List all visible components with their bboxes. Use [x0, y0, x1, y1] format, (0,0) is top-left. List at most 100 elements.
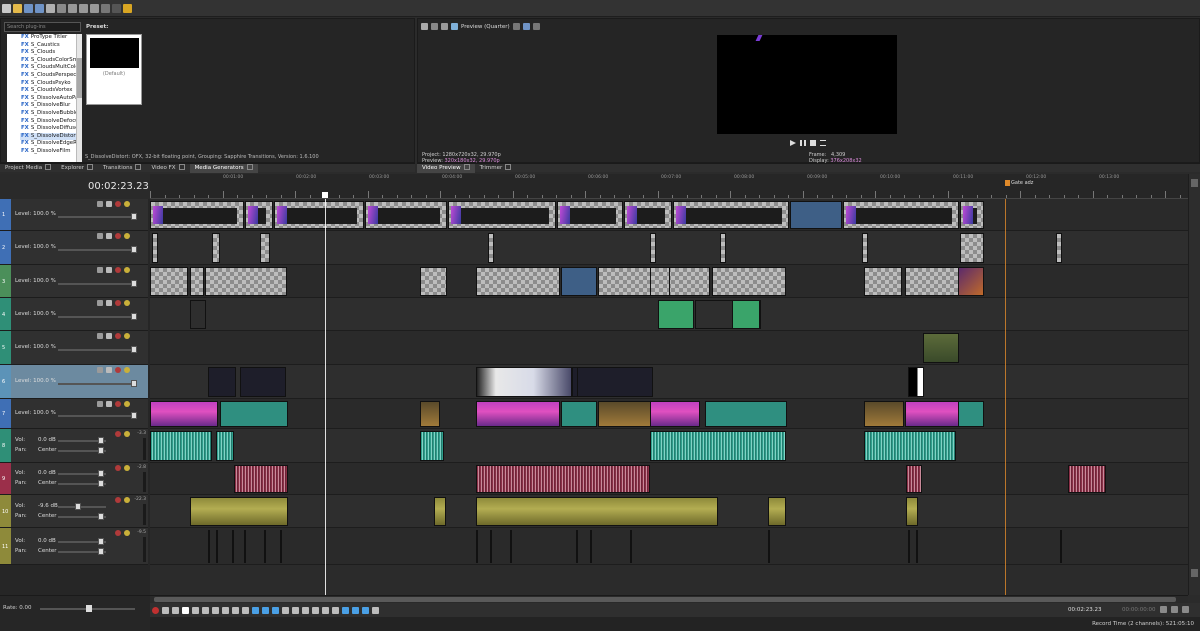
timeline-clip[interactable]: [577, 367, 653, 397]
selection-tool-icon[interactable]: [272, 606, 279, 614]
audio-track-header[interactable]: 11 Vol: 0.0 dB Pan: Center -9.5: [0, 528, 148, 565]
record-icon[interactable]: [152, 606, 159, 614]
plugin-list-item[interactable]: FX S_DissolveDiffuse: [20, 125, 76, 133]
pause-icon[interactable]: [800, 140, 806, 146]
scroll-down-icon[interactable]: [1191, 569, 1198, 577]
plugin-list-item[interactable]: FX S_DissolveDefocu: [20, 118, 76, 126]
fx-icon[interactable]: [97, 367, 103, 373]
timeline-clip[interactable]: [476, 267, 560, 296]
volume-slider-knob[interactable]: [75, 502, 81, 510]
preview-quality-icon[interactable]: [451, 23, 458, 30]
video-track-header[interactable]: 6 Level: 100.0 %: [0, 365, 148, 399]
timeline-clip[interactable]: [768, 497, 786, 526]
tab-video-preview[interactable]: Video Preview: [417, 163, 475, 173]
fx-icon[interactable]: [97, 333, 103, 339]
timeline-clip[interactable]: [557, 201, 623, 229]
mute-icon[interactable]: [115, 201, 121, 207]
video-track-header[interactable]: 7 Level: 100.0 %: [0, 399, 148, 429]
level-slider[interactable]: [58, 282, 134, 285]
open-icon[interactable]: [13, 3, 22, 13]
split-icon[interactable]: [312, 606, 319, 614]
play-icon[interactable]: [182, 606, 189, 614]
automation-icon[interactable]: [106, 233, 112, 239]
plugin-list-item[interactable]: FX S_DissolveEdgeRa: [20, 140, 76, 148]
undo-icon[interactable]: [101, 3, 110, 13]
pan-slider-knob[interactable]: [98, 512, 104, 520]
timeline-clip[interactable]: [908, 530, 910, 563]
timeline-clip[interactable]: [561, 401, 597, 427]
timeline-clip[interactable]: [960, 233, 984, 263]
close-icon[interactable]: [246, 163, 253, 170]
envelope-tool-icon[interactable]: [262, 606, 269, 614]
normal-edit-tool-icon[interactable]: [252, 606, 259, 614]
plugin-list-item[interactable]: FX S_CloudsVortex: [20, 87, 76, 95]
timeline-clip[interactable]: [274, 201, 364, 229]
timeline-clip[interactable]: [864, 431, 956, 461]
zoom-out-icon[interactable]: [1171, 606, 1178, 613]
overlays-icon[interactable]: [512, 23, 520, 30]
track-lane[interactable]: [150, 365, 1188, 399]
timeline-clip[interactable]: [650, 431, 786, 461]
list-scrollbar[interactable]: [76, 34, 82, 162]
timeline-clip[interactable]: [906, 465, 922, 493]
plugin-list-item[interactable]: FX ProType Titler: [20, 34, 76, 42]
rate-slider-knob[interactable]: [86, 605, 92, 612]
auto-ripple-icon[interactable]: [362, 606, 369, 614]
timeline-clip[interactable]: [768, 530, 770, 563]
plugin-list-item[interactable]: FX S_DissolveBubble: [20, 110, 76, 118]
timeline-ruler[interactable]: 00:01:00 00:02:00 00:03:00 00:04:00 00:05:00…: [150, 174, 1188, 199]
level-slider-knob[interactable]: [131, 279, 137, 287]
mute-icon[interactable]: [115, 233, 121, 239]
plugin-list-item[interactable]: FX S_CloudsPerspecti: [20, 72, 76, 80]
solo-icon[interactable]: [124, 367, 130, 373]
timeline-hscrollbar[interactable]: [150, 595, 1188, 603]
zoom-tool-icon[interactable]: [282, 606, 289, 614]
timeline-clip[interactable]: [208, 367, 236, 397]
timeline-clip[interactable]: [232, 530, 234, 563]
plugin-list-item[interactable]: FX S_CloudsPsyko: [20, 80, 76, 88]
tab-project-media[interactable]: Project Media: [0, 163, 56, 173]
solo-icon[interactable]: [124, 267, 130, 273]
level-slider-knob[interactable]: [131, 213, 137, 220]
solo-icon[interactable]: [124, 465, 130, 471]
volume-slider-knob[interactable]: [98, 437, 104, 444]
go-to-start-icon[interactable]: [212, 606, 219, 614]
timeline-clip[interactable]: [843, 201, 959, 229]
end-time[interactable]: 00:00:00:00: [1122, 607, 1156, 613]
mute-icon[interactable]: [115, 431, 121, 437]
automation-icon[interactable]: [106, 300, 112, 306]
preview-mode-select[interactable]: Preview (Quarter): [461, 24, 510, 30]
plugin-list-item[interactable]: FXS_CloudsColorSmo: [20, 57, 76, 65]
video-track-header[interactable]: 4 Level: 100.0 %: [0, 298, 148, 331]
timeline-clip[interactable]: [208, 530, 210, 563]
timeline-clip[interactable]: [244, 530, 246, 563]
video-track-header[interactable]: 3 Level: 100.0 %: [0, 265, 148, 298]
volume-slider[interactable]: [58, 505, 106, 508]
automation-icon[interactable]: [106, 333, 112, 339]
level-slider[interactable]: [58, 349, 134, 351]
timeline-clip[interactable]: [420, 431, 444, 461]
plugin-list-item[interactable]: FX S_CloudsMultColo: [20, 64, 76, 72]
hscroll-thumb[interactable]: [154, 597, 1176, 602]
timeline-clip[interactable]: [712, 267, 786, 296]
timeline-clip[interactable]: [190, 300, 206, 329]
level-slider-knob[interactable]: [131, 380, 137, 387]
plugin-list-item[interactable]: FX S_DissolveAutoPai: [20, 95, 76, 103]
timeline-clip[interactable]: [1060, 530, 1062, 563]
audio-track-header[interactable]: 9 Vol: 0.0 dB Pan: Center -2.8: [0, 463, 148, 495]
timeline-clip[interactable]: [658, 300, 694, 329]
timeline-clip[interactable]: [205, 267, 287, 296]
play-from-start-icon[interactable]: [172, 606, 179, 614]
timeline-clip[interactable]: [150, 267, 188, 296]
delete-icon[interactable]: [292, 606, 299, 614]
timeline-clip[interactable]: [476, 401, 560, 427]
menu-icon[interactable]: [820, 140, 826, 146]
plugin-list[interactable]: FX ProType Titler FX S_Caustics FX S_Clouds FX…: [20, 34, 76, 162]
save-icon[interactable]: [24, 3, 33, 13]
close-icon[interactable]: [178, 163, 185, 170]
fx-icon[interactable]: [97, 267, 103, 273]
mute-icon[interactable]: [115, 530, 121, 536]
tab-trimmer[interactable]: Trimmer: [475, 163, 517, 173]
plugin-list-item[interactable]: FX S_Caustics: [20, 42, 76, 50]
timeline-clip[interactable]: [365, 201, 447, 229]
